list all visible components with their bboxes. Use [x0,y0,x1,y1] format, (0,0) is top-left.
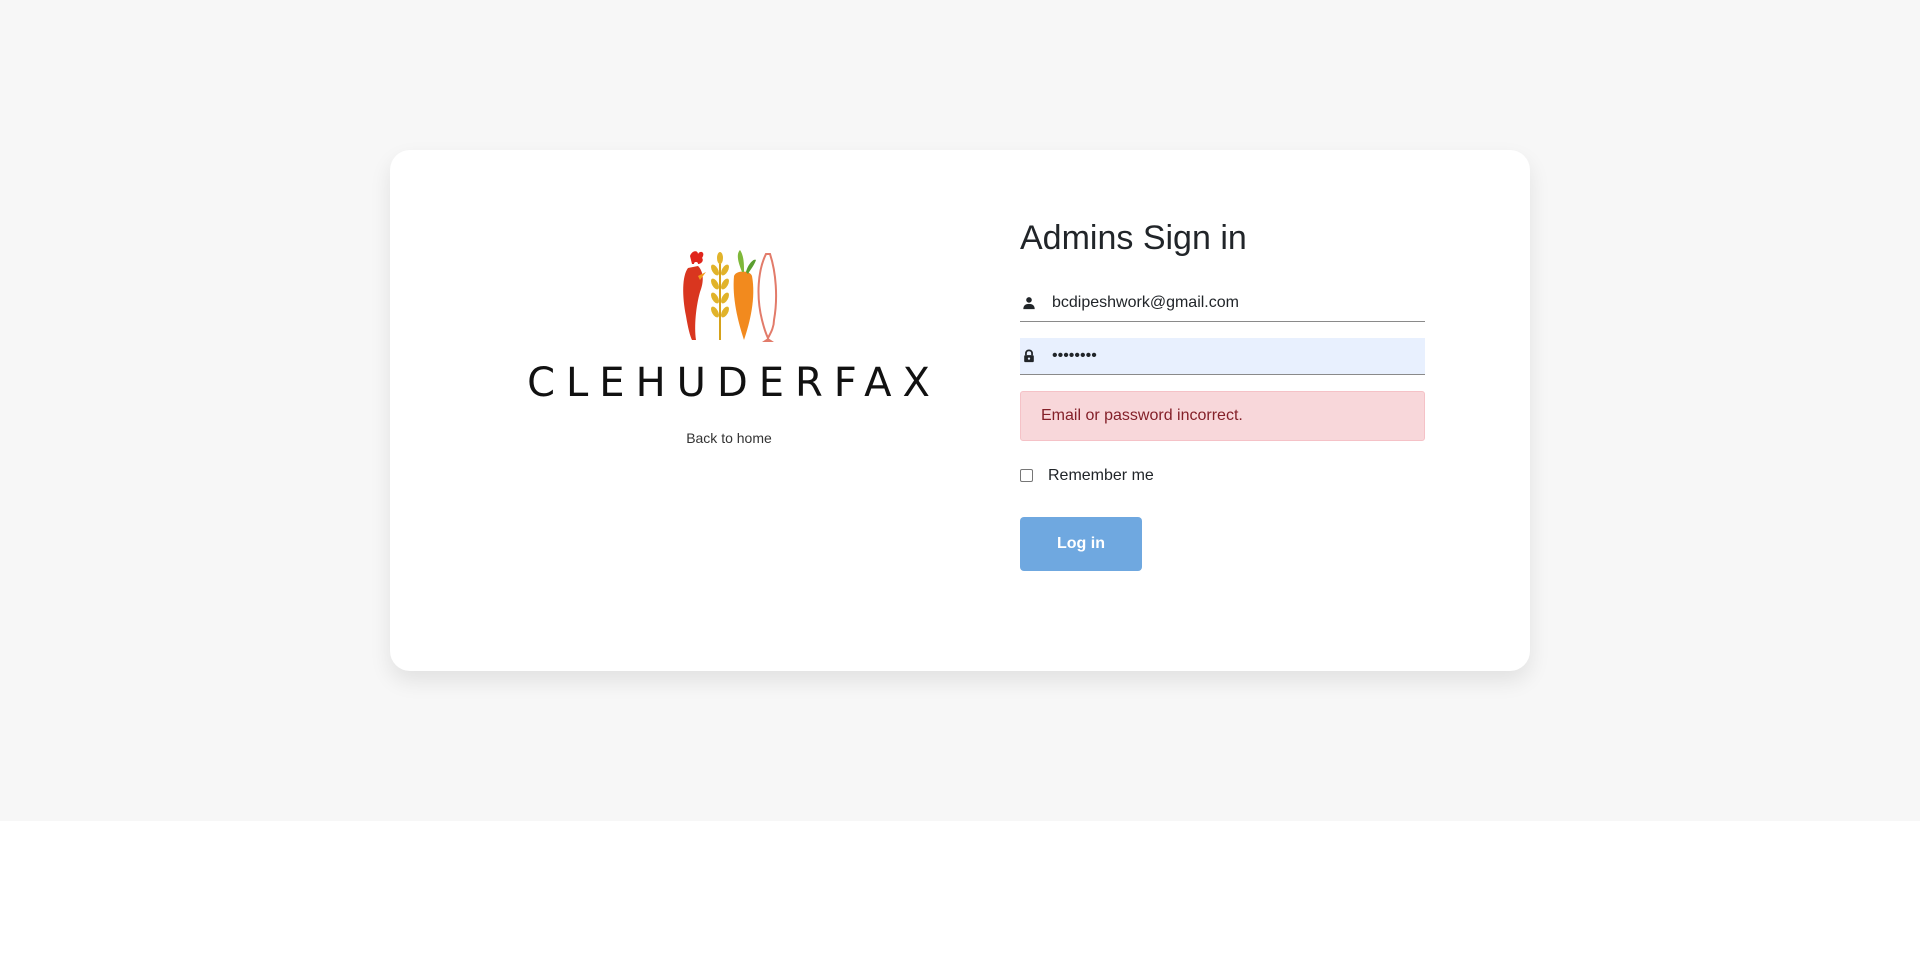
email-input[interactable] [1052,284,1425,321]
login-card: CLEHUDERFAX Back to home Admins Sign in … [390,150,1530,671]
password-field [1020,337,1425,375]
sign-in-form: Admins Sign in Email or password incorre… [1020,218,1425,571]
logo-mark [683,250,778,342]
lock-icon [1024,349,1034,362]
remember-me-checkbox[interactable] [1020,469,1033,483]
brand-wordmark: CLEHUDERFAX [527,360,941,406]
log-in-button[interactable]: Log in [1020,516,1142,571]
remember-me-option[interactable]: Remember me [1020,467,1425,485]
email-field [1020,284,1425,322]
person-icon [1023,296,1035,309]
password-input[interactable] [1052,337,1425,374]
back-to-home-link[interactable]: Back to home [686,430,772,446]
page-title: Admins Sign in [1020,219,1247,257]
error-alert: Email or password incorrect. [1020,390,1425,441]
remember-me-label: Remember me [1048,466,1154,484]
brand-panel: CLEHUDERFAX Back to home [510,246,948,448]
